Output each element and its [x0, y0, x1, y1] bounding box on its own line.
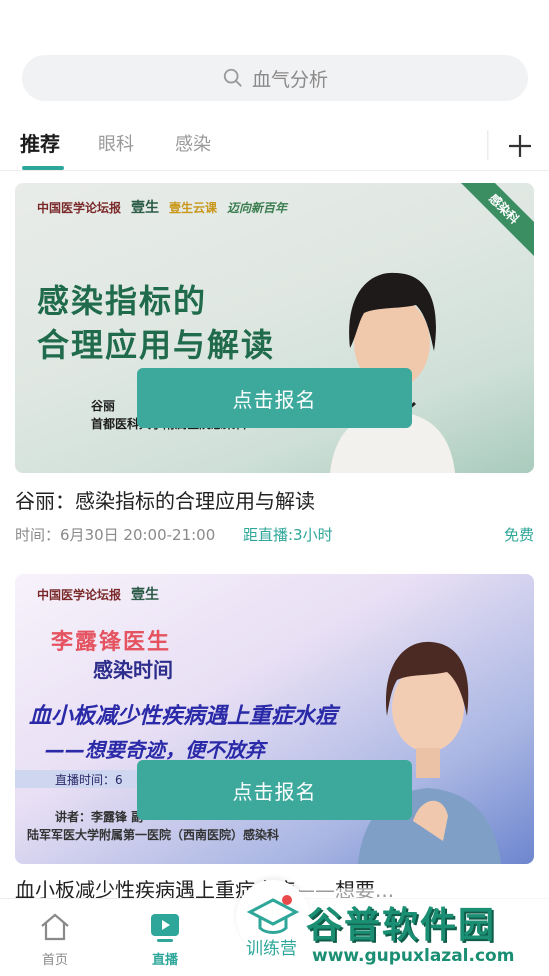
logo-yun: 壹生云课: [169, 200, 218, 215]
search-bar[interactable]: 血气分析: [22, 55, 528, 101]
banner-logos: 中国医学论坛报 壹生 壹生云课 迈向新百年: [37, 197, 287, 217]
course-banner[interactable]: 中国医学论坛报 壹生 李露锋医生 感染时间 血小板减少性疾病遇上重症水痘 ——想…: [15, 574, 534, 864]
banner-title-line1: 感染指标的: [37, 282, 208, 320]
nav-live[interactable]: 直播: [130, 909, 200, 968]
tab-divider: [487, 130, 489, 160]
watermark-url: www.gupuxlazal.com: [312, 946, 515, 966]
signup-button[interactable]: 点击报名: [137, 368, 412, 428]
category-tabs: 推荐 眼科 感染: [0, 120, 549, 170]
course-card[interactable]: 中国医学论坛报 壹生 李露锋医生 感染时间 血小板减少性疾病遇上重症水痘 ——想…: [15, 574, 534, 903]
logo-yisheng: 壹生: [131, 200, 160, 216]
tab-infection[interactable]: 感染: [175, 130, 211, 156]
nav-live-label: 直播: [151, 953, 178, 968]
logo-slogan: 迈向新百年: [227, 200, 288, 215]
notification-dot: [282, 895, 292, 905]
nav-camp-label[interactable]: 训练营: [246, 934, 297, 959]
live-icon: [151, 914, 179, 942]
nav-home-label: 首页: [41, 953, 68, 968]
banner-time: 直播时间：6: [55, 773, 123, 787]
card-title[interactable]: 谷丽：感染指标的合理应用与解读: [15, 485, 534, 514]
live-time: 时间：6月30日 20:00-21:00: [15, 526, 216, 544]
banner-doctor: 李露锋医生: [51, 630, 172, 655]
banner-logos: 中国医学论坛报 壹生: [37, 584, 159, 604]
course-banner[interactable]: 中国医学论坛报 壹生 壹生云课 迈向新百年 感染科 感染指标的 合理应用与解读 …: [15, 183, 534, 473]
signup-button[interactable]: 点击报名: [137, 760, 412, 820]
banner-title: 感染指标的 合理应用与解读: [37, 279, 275, 367]
tabs-divider: [0, 170, 549, 171]
card-meta: 时间：6月30日 20:00-21:00 距直播:3小时 免费: [15, 524, 534, 546]
logo-yisheng: 壹生: [131, 587, 160, 603]
course-card[interactable]: 中国医学论坛报 壹生 壹生云课 迈向新百年 感染科 感染指标的 合理应用与解读 …: [15, 183, 534, 546]
add-tab-icon[interactable]: [506, 132, 534, 160]
logo-cmt: 中国医学论坛报: [37, 200, 122, 215]
tab-recommend[interactable]: 推荐: [20, 128, 60, 157]
price-tag: 免费: [503, 526, 534, 544]
banner-series: 感染时间: [93, 658, 173, 682]
search-icon: [223, 68, 242, 87]
speaker-portrait: [330, 272, 455, 473]
banner-title-line2: 合理应用与解读: [37, 326, 276, 364]
logo-cmt: 中国医学论坛报: [37, 587, 122, 602]
home-icon: [41, 913, 69, 941]
live-countdown: 距直播:3小时: [243, 526, 333, 544]
tab-ophthalmology[interactable]: 眼科: [98, 130, 134, 156]
banner-lecturer: 讲者：李露锋 副: [55, 810, 144, 824]
watermark-text: 谷普软件园: [306, 905, 497, 946]
banner-title-line1: 血小板减少性疾病遇上重症水痘: [29, 704, 338, 729]
search-placeholder: 血气分析: [251, 68, 328, 91]
department-ribbon: 感染科: [453, 183, 534, 260]
nav-home[interactable]: 首页: [20, 909, 90, 968]
banner-hospital: 陆军军医大学附属第一医院（西南医院）感染科: [27, 828, 280, 842]
banner-title-line2: ——想要奇迹，便不放弃: [45, 738, 265, 762]
speaker-portrait: [358, 641, 501, 864]
